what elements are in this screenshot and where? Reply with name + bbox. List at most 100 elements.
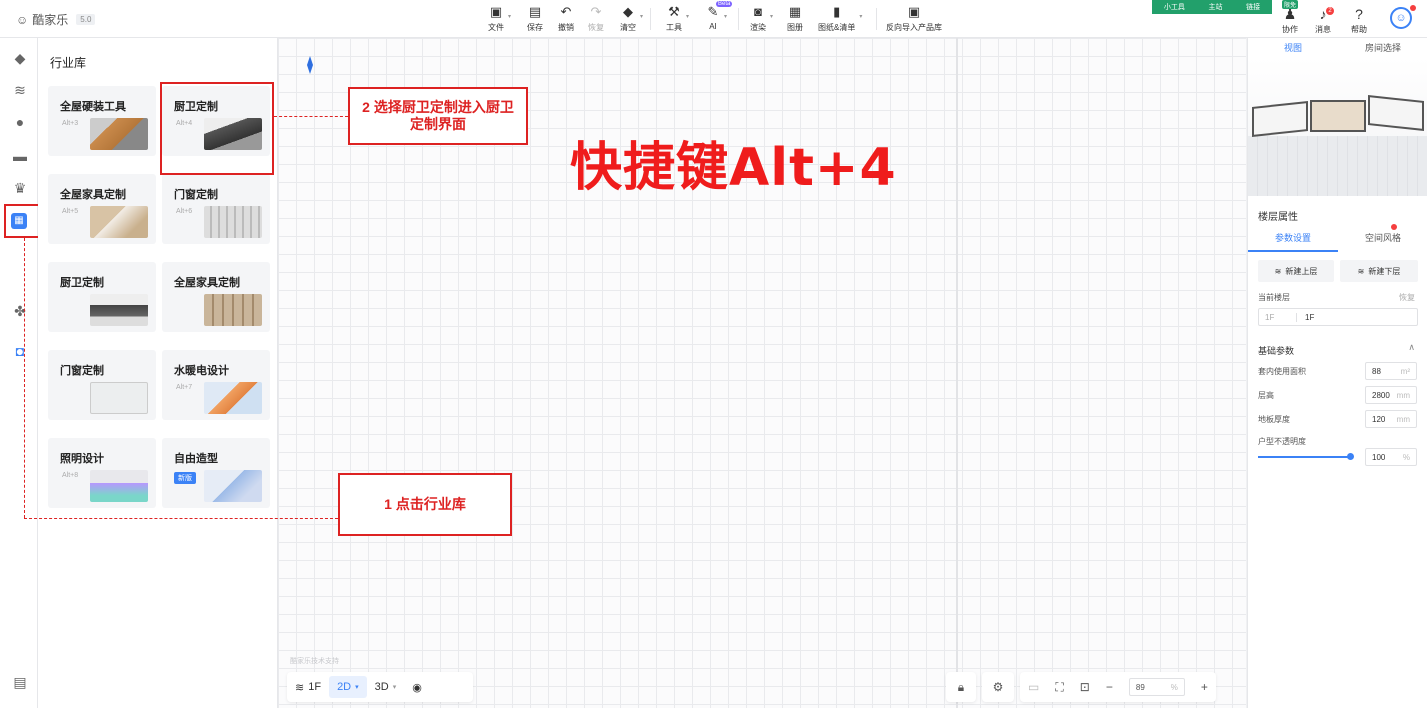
album-button[interactable]: ▦ 图册 [787,5,803,33]
reverse-import-button[interactable]: ▣ 反向导入产品库 [886,5,942,33]
opacity-input[interactable]: 100% [1365,448,1417,466]
3d-preview[interactable] [1248,58,1427,196]
new-upper-floor-button[interactable]: ≋ 新建上层 [1258,260,1334,282]
clear-button[interactable]: ◆ 清空 ▾ [620,5,643,33]
tab-room-select[interactable]: 房间选择 [1338,38,1427,58]
quick-link[interactable]: 链接 [1246,2,1260,12]
card-kitchen-bath-2[interactable]: 厨卫定制 [48,262,156,332]
card-free-modeling[interactable]: 自由造型 新版 [162,438,270,508]
restore-link[interactable]: 恢复 [1399,292,1415,303]
settings-panel-icon[interactable]: ▤ [12,674,28,690]
render-button[interactable]: ◙ 渲染 ▾ [750,5,773,33]
zoom-in-button[interactable]: + [1201,680,1208,694]
redo-button[interactable]: ↷ 恢复 [588,5,604,33]
shortcut-caption: 快捷键Alt+4 [570,138,897,198]
area-input[interactable]: 88 m² [1365,362,1417,380]
floor-subtabs: 参数设置 空间风格 [1248,228,1427,252]
wrench-icon: ⚒ [668,4,680,19]
floor-select[interactable]: 1F [1259,312,1297,322]
home-icon[interactable]: ◆ [12,50,28,66]
floor-name-input[interactable]: 1F 1F [1258,308,1418,326]
card-whole-house-furniture[interactable]: 全屋家具定制 Alt+5 [48,174,156,244]
undo-button[interactable]: ↶ 撤销 [558,5,574,33]
beta-badge: Beta [716,1,733,7]
top-toolbar: ☺ 酷家乐 5.0 ▣ 文件 ▾ ▤ 保存 ↶ 撤销 ↷ 恢复 ◆ 清空 ▾ ⚒ 工具 ▾ Bet… [0,0,1427,38]
fit-screen-icon[interactable]: ⛶ [1055,680,1063,695]
undo-label: 撤销 [558,23,574,32]
collapse-icon[interactable]: ∧ [1408,342,1415,353]
snap-settings-button[interactable]: ⚙ [982,672,1014,702]
redo-label: 恢复 [588,23,604,32]
card-name: 照明设计 [60,453,104,465]
quick-link[interactable]: 小工具 [1164,2,1185,12]
card-doors-windows[interactable]: 门窗定制 Alt+6 [162,174,270,244]
eye-button[interactable]: ◉ [404,681,430,694]
album-label: 图册 [787,23,803,32]
crown-icon[interactable]: ♛ [12,180,28,196]
area-label: 套内使用面积 [1258,367,1306,376]
image-icon[interactable]: ▭ [1028,680,1039,694]
card-lighting[interactable]: 照明设计 Alt+8 [48,438,156,508]
floor-thickness-input[interactable]: 120 mm [1365,410,1417,428]
card-thumbnail [90,382,148,414]
floor-thickness-unit: mm [1396,414,1410,424]
tools-label: 工具 [666,23,682,32]
card-plumbing-electric[interactable]: 水暖电设计 Alt+7 [162,350,270,420]
annotation-arrow-2 [274,116,348,117]
card-name: 全屋家具定制 [174,277,240,289]
height-unit: mm [1396,390,1410,400]
card-thumbnail [204,382,262,414]
layers-icon: ≋ [295,681,305,694]
message-label: 消息 [1315,25,1331,34]
quick-link[interactable]: 主站 [1208,2,1222,12]
mode-3d-button[interactable]: 3D ▾ [367,681,405,693]
card-thumbnail [204,294,262,326]
drawing-list-label: 图纸&清单 [818,23,856,32]
opacity-slider[interactable] [1258,456,1350,458]
left-icon-rail: ◆ ≋ ● ▬ ♛ ♟ ✤ ◘ ▤ [0,38,38,708]
card-doors-windows-2[interactable]: 门窗定制 [48,350,156,420]
sofa-icon[interactable]: ▬ [12,148,28,164]
file-button[interactable]: ▣ 文件 ▾ [488,5,511,33]
message-button[interactable]: ♪ 2 消息 [1315,6,1334,35]
tools-button[interactable]: ⚒ 工具 ▾ [666,4,689,33]
save-button[interactable]: ▤ 保存 [527,5,543,33]
message-count-badge: 2 [1326,7,1334,15]
card-whole-house-hard[interactable]: 全屋硬装工具 Alt+3 [48,86,156,156]
card-shortcut: Alt+5 [62,208,79,215]
puzzle-icon[interactable]: ✤ [12,303,28,319]
zoom-input[interactable]: 89% [1128,678,1185,696]
annotation-line-h [24,518,338,519]
current-floor-label: 当前楼层 [1258,293,1290,302]
help-button[interactable]: ? 帮助 [1351,6,1367,35]
height-input[interactable]: 2800 mm [1365,386,1417,404]
zoom-out-button[interactable]: − [1106,680,1113,694]
zoom-area-icon[interactable]: ⊡ [1080,680,1090,694]
bulb-icon[interactable]: ● [12,114,28,130]
tab-params[interactable]: 参数设置 [1248,228,1338,252]
layers-icon[interactable]: ≋ [12,82,28,98]
card-name: 厨卫定制 [60,277,104,289]
mode-2d-button[interactable]: 2D ▾ [329,676,367,698]
card-name: 门窗定制 [174,189,218,201]
collab-button[interactable]: 限免 ♟ 协作 [1282,0,1298,35]
tag-icon[interactable]: ◘ [12,343,28,359]
app-logo[interactable]: ☺ 酷家乐 5.0 [16,11,96,28]
card-whole-house-furniture-2[interactable]: 全屋家具定制 [162,262,270,332]
tab-view[interactable]: 视图 [1248,38,1338,58]
basic-params-title: 基础参数 [1258,346,1295,356]
bottom-view-controls: ≋ 1F 2D ▾ 3D ▾ ◉ [287,672,473,702]
drawing-list-icon: ▮ [833,4,841,19]
ai-button[interactable]: Beta ✎ AI ▾ [706,1,733,31]
card-name: 水暖电设计 [174,365,229,377]
save-icon: ▤ [528,4,542,19]
tab-space-style[interactable]: 空间风格 [1338,228,1427,252]
collab-label: 协作 [1282,25,1298,34]
floor-switcher[interactable]: ≋ 1F [287,681,329,694]
new-lower-floor-button[interactable]: ≋ 新建下层 [1340,260,1418,282]
opacity-slider-handle[interactable] [1347,453,1354,460]
drawing-list-button[interactable]: ▮ 图纸&清单 ▾ [818,4,862,33]
lock-button[interactable]: 🔒︎ [946,672,976,702]
card-name: 自由造型 [174,453,218,465]
avatar[interactable]: ☺ [1390,7,1412,29]
